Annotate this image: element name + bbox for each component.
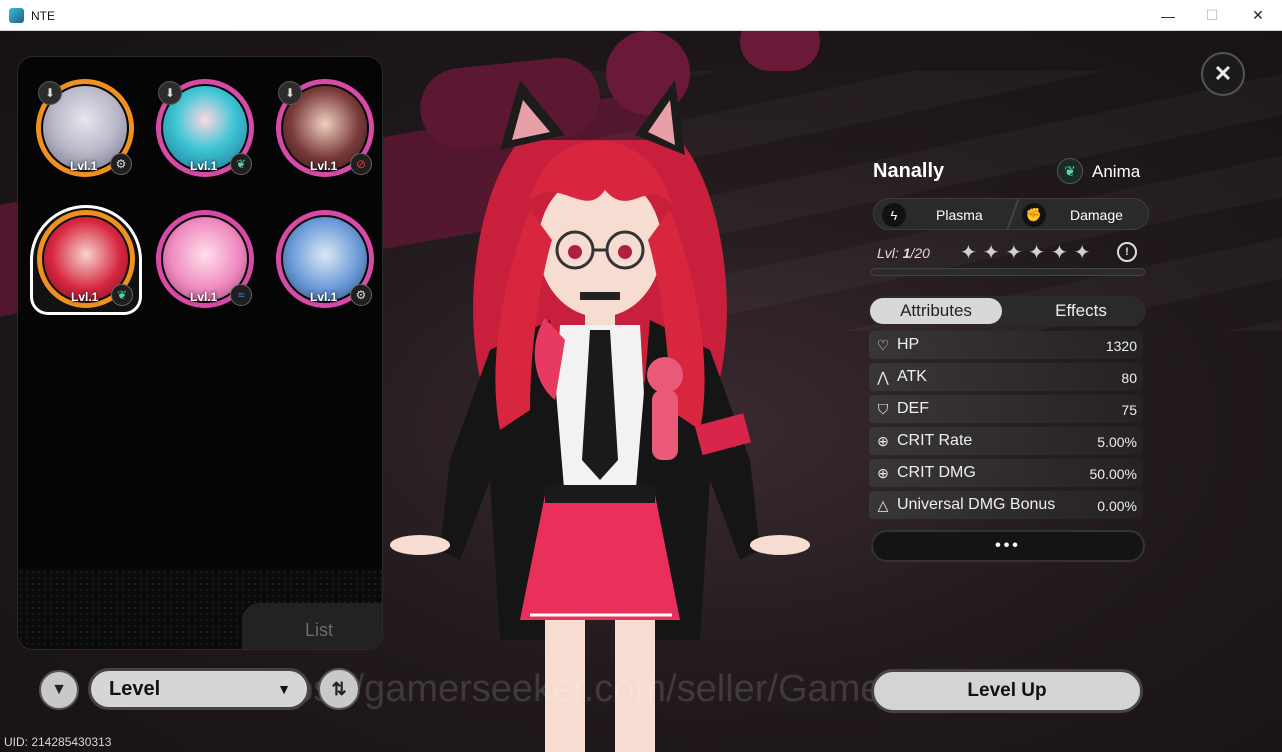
gear-icon: ⚙ (110, 153, 132, 175)
character-card[interactable]: Lvl.1 ⚙ (276, 210, 374, 308)
gear-icon: ⚙ (350, 284, 372, 306)
role-label: Damage (1070, 207, 1123, 223)
character-card[interactable]: ⬇ Lvl.1 ❦ (156, 79, 254, 177)
leaf-icon: ❦ (111, 284, 133, 306)
filter-button[interactable]: ▼ (39, 670, 79, 710)
download-icon[interactable]: ⬇ (278, 81, 302, 105)
more-details-button[interactable]: ••• (871, 530, 1145, 562)
character-level: Lvl.1 (71, 290, 99, 304)
triangle-icon: △ (877, 496, 889, 513)
character-level: Lvl.1 (70, 159, 98, 173)
minimize-button[interactable]: — (1145, 0, 1191, 31)
stat-name: Universal DMG Bonus (897, 496, 1056, 513)
attack-type-label: Plasma (936, 207, 983, 223)
game-window: NTE — ☐ ✕ List ⬇ Lvl.1 ⚙ ⬇ Lvl.1 ❦ ⬇ Lvl… (0, 0, 1282, 752)
crosshair-icon: ⊕ (877, 464, 889, 481)
atk-icon: ⋀ (877, 368, 889, 385)
character-name: Nanally (873, 160, 945, 182)
tab-attributes[interactable]: Attributes (870, 298, 1002, 324)
character-card-selected[interactable]: Lvl.1 ❦ (37, 210, 135, 308)
ascension-stars: ✦✦✦✦✦✦ (960, 242, 1097, 264)
maximize-button[interactable]: ☐ (1189, 0, 1235, 31)
close-button[interactable]: ✕ (1201, 52, 1245, 96)
list-label[interactable]: List (305, 620, 333, 641)
close-icon: ✕ (1213, 61, 1233, 86)
minimize-icon: — (1161, 7, 1175, 24)
character-level: Lvl.1 (190, 290, 218, 304)
character-card[interactable]: ⬇ Lvl.1 ⚙ (36, 79, 134, 177)
element-label: Anima (1092, 162, 1141, 181)
anima-element-icon: ❦ (1057, 158, 1083, 184)
stat-row-crit-dmg: ⊕ CRIT DMG 50.00% (869, 459, 1143, 487)
window-close-button[interactable]: ✕ (1235, 0, 1281, 31)
sort-order-icon: ⇅ (331, 678, 347, 699)
stat-value: 50.00% (1089, 466, 1137, 482)
stat-name: CRIT Rate (897, 432, 973, 449)
character-level: Lvl.1 (190, 159, 218, 173)
stat-value: 0.00% (1097, 498, 1137, 514)
stat-value: 75 (1121, 402, 1137, 418)
stat-row-hp: ♡ HP 1320 (869, 331, 1143, 359)
character-level-display: Lvl: 1/20 (877, 245, 930, 261)
experience-bar (871, 268, 1145, 276)
sort-dropdown[interactable]: Level ▼ (88, 668, 310, 710)
stat-value: 80 (1121, 370, 1137, 386)
sort-label: Level (109, 677, 161, 700)
window-title: NTE (31, 9, 55, 23)
ascend-info-icon[interactable]: ! (1117, 242, 1137, 262)
app-icon (9, 8, 24, 23)
sort-order-button[interactable]: ⇅ (318, 668, 360, 710)
background-circle (740, 31, 820, 71)
no-entry-icon: ⊘ (350, 153, 372, 175)
download-icon[interactable]: ⬇ (158, 81, 182, 105)
uid-label: UID: 214285430313 (4, 735, 112, 749)
leaf-icon: ❦ (230, 153, 252, 175)
download-icon[interactable]: ⬇ (38, 81, 62, 105)
maximize-icon: ☐ (1205, 7, 1219, 23)
character-level: Lvl.1 (310, 290, 338, 304)
character-model (390, 80, 810, 752)
character-type-bar: ϟ Plasma ✊ Damage (873, 198, 1149, 230)
stat-row-atk: ⋀ ATK 80 (869, 363, 1143, 391)
heart-icon: ♡ (876, 336, 890, 353)
stat-name: HP (897, 336, 920, 353)
info-tabs: Attributes Effects (868, 296, 1146, 326)
crosshair-icon: ⊕ (877, 432, 889, 449)
stat-row-crit-rate: ⊕ CRIT Rate 5.00% (869, 427, 1143, 455)
tab-effects[interactable]: Effects (1018, 298, 1144, 324)
level-up-button[interactable]: Level Up (871, 669, 1143, 713)
title-bar: NTE — ☐ ✕ (0, 0, 1282, 31)
character-card[interactable]: ⬇ Lvl.1 ⊘ (276, 79, 374, 177)
character-card[interactable]: Lvl.1 ≈ (156, 210, 254, 308)
stat-name: CRIT DMG (897, 464, 976, 481)
filter-icon: ▼ (51, 681, 67, 698)
stat-name: DEF (897, 400, 929, 417)
stat-name: ATK (897, 368, 927, 385)
shield-icon: ⛉ (877, 400, 889, 417)
level-max: /20 (910, 245, 930, 261)
stat-value: 1320 (1105, 338, 1137, 354)
level-prefix: Lvl: (877, 245, 903, 261)
damage-icon: ✊ (1022, 203, 1046, 227)
stat-row-universal-dmg-bonus: △ Universal DMG Bonus 0.00% (869, 491, 1143, 519)
caret-down-icon: ▼ (277, 681, 291, 697)
plasma-icon: ϟ (882, 203, 906, 227)
stat-row-def: ⛉ DEF 75 (869, 395, 1143, 423)
close-icon: ✕ (1252, 7, 1264, 23)
character-level: Lvl.1 (310, 159, 338, 173)
stat-value: 5.00% (1097, 434, 1137, 450)
type-divider (1006, 199, 1020, 229)
wave-icon: ≈ (230, 284, 252, 306)
